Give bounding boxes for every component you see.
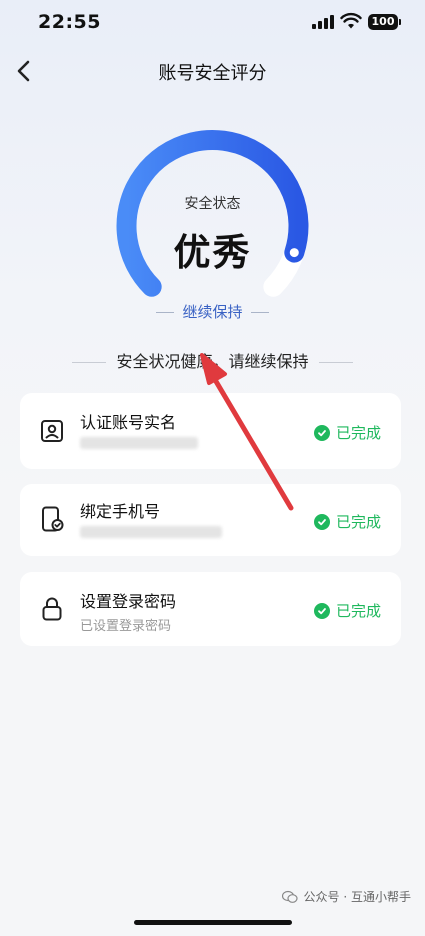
item-title: 设置登录密码: [80, 592, 177, 611]
phone-check-icon: [42, 506, 64, 532]
list-item-bind-phone[interactable]: 绑定手机号 已完成: [20, 484, 401, 556]
battery-indicator: 100: [368, 14, 401, 30]
list-item-login-password[interactable]: 设置登录密码 已设置登录密码 已完成: [20, 572, 401, 646]
nav-bar: 账号安全评分: [0, 48, 425, 94]
lock-icon: [42, 597, 62, 621]
page-title: 账号安全评分: [158, 63, 267, 84]
status-badge: 已完成: [313, 511, 381, 532]
status-time: 22:55: [38, 11, 101, 33]
item-subtitle: 已设置登录密码: [80, 619, 172, 634]
item-title: 绑定手机号: [80, 502, 161, 521]
status-badge: 已完成: [313, 600, 381, 621]
status-bar: 22:55 100: [0, 0, 425, 48]
security-rating: 优秀: [173, 231, 252, 274]
keep-it-up-label: 继续保持: [182, 303, 243, 321]
keep-it-up-link[interactable]: 继续保持: [0, 301, 425, 322]
status-badge: 已完成: [313, 422, 381, 443]
summary-text: 安全状况健康，请继续保持: [116, 352, 309, 371]
gauge-label: 安全状态: [184, 196, 241, 212]
security-summary: 安全状况健康，请继续保持: [0, 348, 425, 372]
wifi-icon: [340, 12, 362, 29]
wechat-icon: [281, 890, 298, 903]
status-label: 已完成: [335, 424, 381, 442]
list-item-real-name[interactable]: 认证账号实名 已完成: [20, 393, 401, 469]
check-circle-icon: [313, 602, 330, 619]
watermark-text: 公众号 · 互通小帮手: [303, 890, 411, 904]
id-card-icon: [41, 420, 63, 442]
home-indicator[interactable]: [134, 920, 292, 925]
status-label: 已完成: [335, 513, 381, 531]
cellular-signal-icon: [312, 15, 334, 29]
check-circle-icon: [313, 513, 330, 530]
status-label: 已完成: [335, 602, 381, 620]
check-circle-icon: [313, 424, 330, 441]
item-subtitle-redacted: [80, 526, 222, 542]
item-subtitle-redacted: [80, 437, 198, 453]
item-title: 认证账号实名: [80, 413, 177, 432]
watermark: 公众号 · 互通小帮手: [281, 888, 411, 905]
